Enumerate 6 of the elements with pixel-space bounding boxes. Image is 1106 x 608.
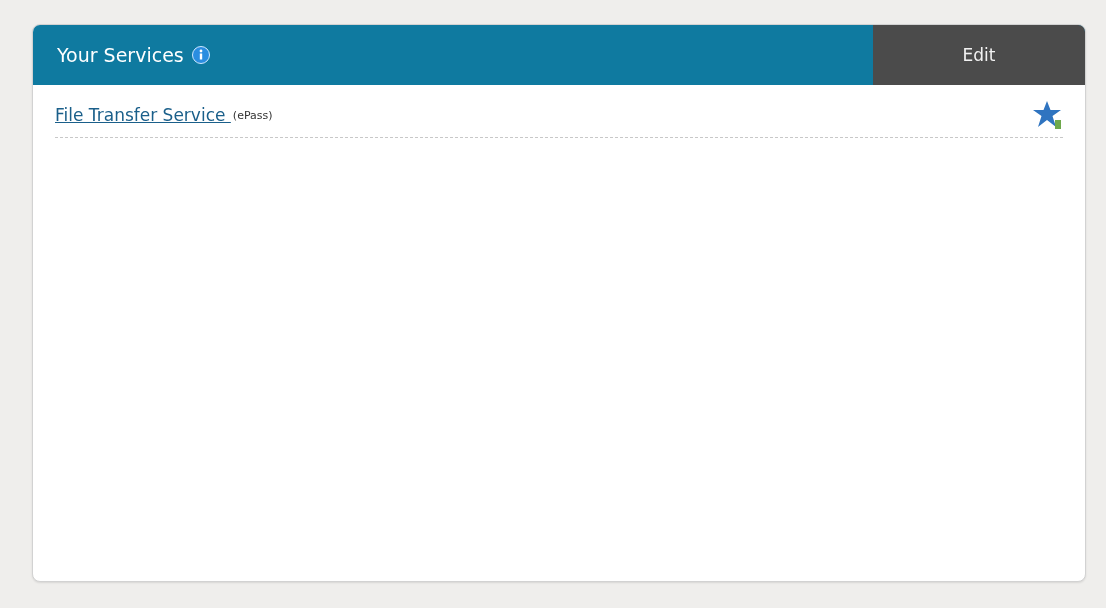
service-note: (ePass) bbox=[232, 108, 273, 122]
edit-button[interactable]: Edit bbox=[873, 25, 1085, 85]
panel-title: Your Services bbox=[57, 44, 184, 66]
star-icon[interactable] bbox=[1033, 100, 1063, 130]
info-icon[interactable] bbox=[191, 46, 210, 64]
service-link[interactable]: File Transfer Service bbox=[55, 105, 231, 125]
